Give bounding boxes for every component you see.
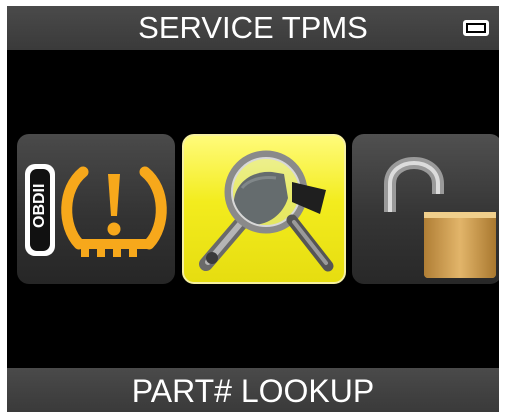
battery-icon	[463, 20, 489, 36]
padlock-open-icon	[384, 157, 496, 278]
obd-badge-text: OBDII	[31, 183, 48, 228]
unlock-menu-tile[interactable]	[352, 134, 499, 284]
device-screen: SERVICE TPMS OBDII PART# LOOKUP	[7, 6, 499, 412]
header-bar: SERVICE TPMS	[7, 6, 499, 50]
obd-menu-tile[interactable]: OBDII	[17, 134, 175, 284]
sensor-magnifier-icon	[199, 150, 334, 272]
selected-item-label-bar: PART# LOOKUP	[7, 368, 499, 412]
part-lookup-menu-tile[interactable]	[182, 134, 346, 284]
selected-item-label: PART# LOOKUP	[131, 373, 375, 409]
page-title: SERVICE TPMS	[138, 10, 368, 45]
